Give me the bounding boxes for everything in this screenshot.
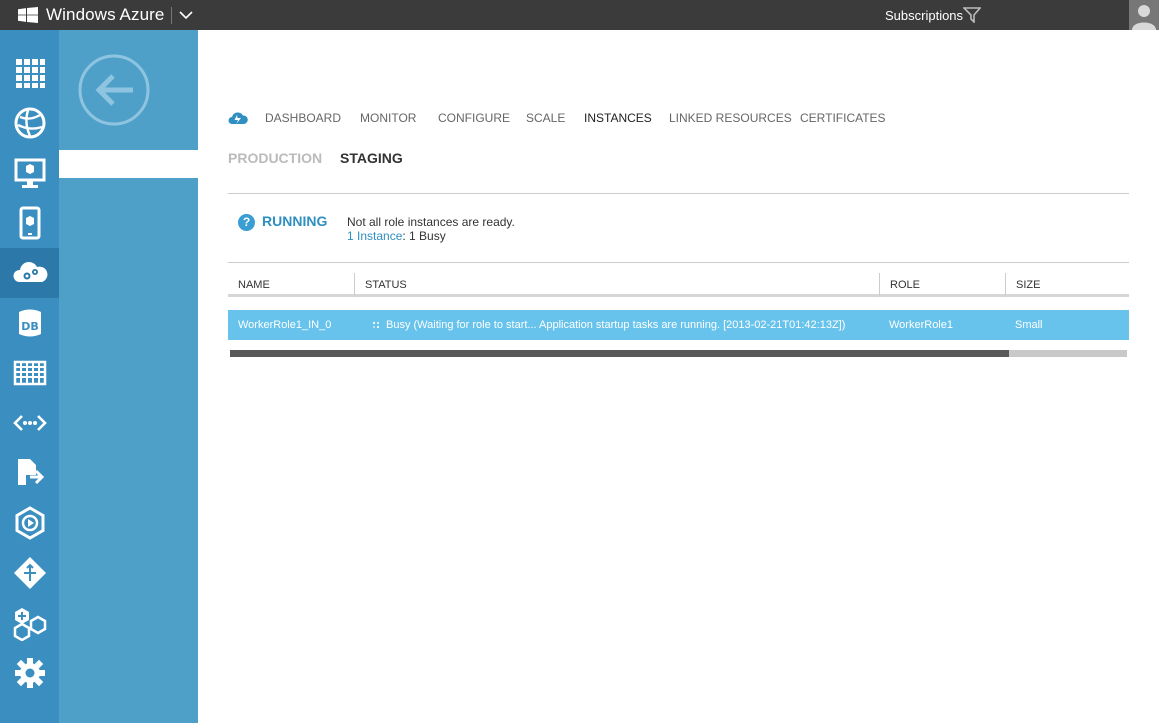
main-content: DASHBOARD MONITOR CONFIGURE SCALE INSTAN… [198,30,1159,723]
brand-title: Windows Azure [46,5,165,24]
instance-status: Busy (Waiting for role to start... Appli… [372,310,845,340]
import-export-icon [17,459,44,485]
nav-settings[interactable] [0,648,59,698]
horizontal-scrollbar[interactable] [230,350,1127,357]
windows-logo-icon [18,7,38,23]
virtual-machines-icon [14,158,45,188]
nav-cloud-services[interactable] [0,248,59,298]
tab-staging[interactable]: STAGING [340,150,403,166]
column-header-role[interactable]: ROLE [879,273,1005,297]
filter-icon[interactable] [963,7,981,23]
top-bar: Windows Azure Subscriptions [0,0,1159,30]
nav-mobile-services[interactable] [0,198,59,248]
service-bus-icon [12,415,47,431]
divider [171,7,172,24]
tab-production[interactable]: PRODUCTION [228,150,322,166]
divider [228,193,1129,194]
nav-media-services[interactable] [0,498,59,548]
nav-virtual-machines[interactable] [0,148,59,198]
tab-dashboard[interactable]: DASHBOARD [265,111,341,125]
nav-storage[interactable] [0,348,59,398]
deployment-status: RUNNING [262,213,328,229]
back-arrow-icon[interactable] [77,53,151,127]
sql-databases-icon: DB [18,309,41,337]
busy-spinner-icon [372,321,380,329]
nav-all-items[interactable] [0,48,59,98]
media-services-icon [15,506,44,540]
selected-service-item[interactable] [59,150,198,178]
nav-service-bus[interactable] [0,398,59,448]
column-header-status[interactable]: STATUS [354,273,879,297]
cloud-services-icon [12,262,47,282]
chevron-down-icon[interactable] [179,9,193,21]
nav-networks[interactable] [0,548,59,598]
status-message: Not all role instances are ready. [347,215,515,229]
settings-icon [14,658,45,688]
tab-instances[interactable]: INSTANCES [584,111,652,125]
service-nav: DB [0,30,59,723]
column-header-size[interactable]: SIZE [1005,273,1129,297]
web-sites-icon [14,107,45,139]
add-ons-icon [13,608,46,641]
instance-role: WorkerRole1 [889,319,953,331]
instance-status-text: Busy (Waiting for role to start... Appli… [386,319,846,331]
subscriptions-button[interactable]: Subscriptions [885,8,963,23]
tab-configure[interactable]: CONFIGURE [438,111,510,125]
tab-linked-resources[interactable]: LINKED RESOURCES [669,111,792,125]
instances-link[interactable]: 1 Instance [347,229,402,243]
instances-busy-count: : 1 Busy [402,229,446,243]
tab-scale[interactable]: SCALE [526,111,565,125]
networks-icon [13,557,46,589]
svg-text:DB: DB [21,320,39,333]
instances-summary: 1 Instance: 1 Busy [347,229,446,243]
service-column [59,30,198,723]
cloud-service-icon [228,112,248,124]
tab-monitor[interactable]: MONITOR [360,111,416,125]
table-row[interactable]: WorkerRole1_IN_0 Busy (Waiting for role … [228,310,1129,340]
nav-web-sites[interactable] [0,98,59,148]
help-icon[interactable]: ? [238,214,255,231]
mobile-services-icon [19,206,40,240]
tab-certificates[interactable]: CERTIFICATES [800,111,886,125]
all-items-icon [15,59,45,88]
nav-sql-databases[interactable]: DB [0,298,59,348]
divider [228,262,1129,263]
instance-name: WorkerRole1_IN_0 [238,319,332,331]
nav-add-ons[interactable] [0,598,59,648]
user-avatar-icon[interactable] [1129,0,1159,30]
table-header: NAME STATUS ROLE SIZE [228,273,1129,297]
column-header-name[interactable]: NAME [228,273,354,297]
storage-icon [13,360,46,386]
nav-import-export[interactable] [0,448,59,498]
scrollbar-thumb[interactable] [230,350,1009,357]
instance-size: Small [1015,319,1043,331]
